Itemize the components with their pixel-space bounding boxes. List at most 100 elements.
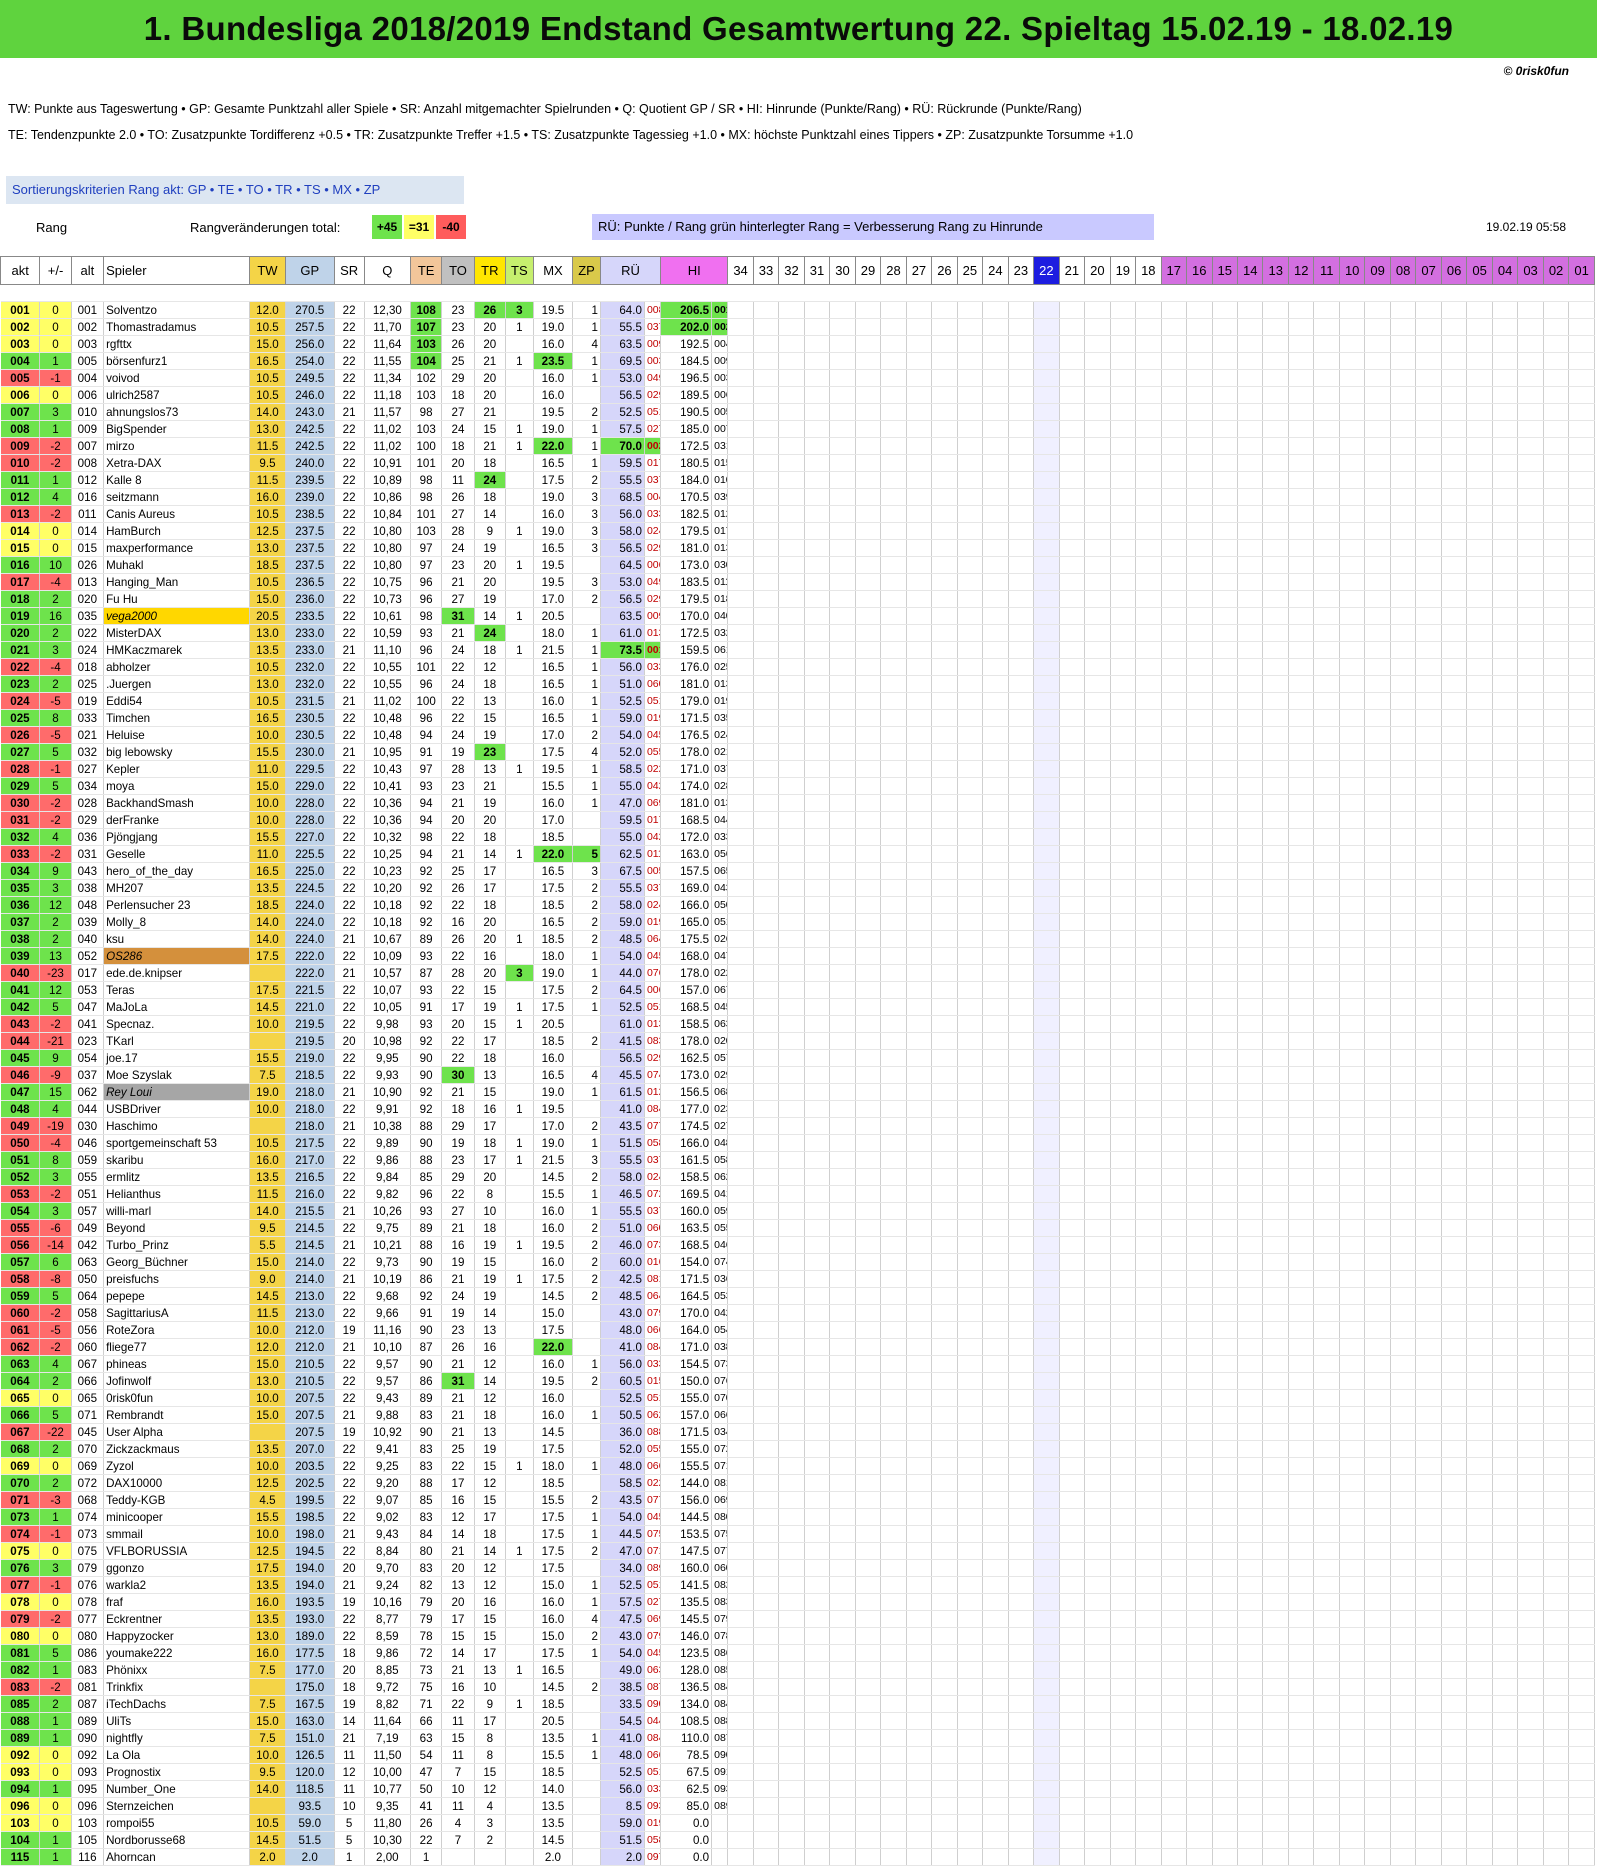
- max-points: 15.5: [533, 1746, 574, 1764]
- matchday-cell-03: [1517, 743, 1544, 761]
- player-name: Hanging_Man: [103, 573, 251, 591]
- day-points: 16.5: [249, 709, 286, 727]
- header-tr: TR: [473, 256, 506, 285]
- matchday-cell-07: [1415, 1168, 1442, 1186]
- max-points: 16.0: [533, 1049, 574, 1067]
- matchday-cell-01: [1568, 301, 1595, 319]
- goal-sum-points: 3: [572, 522, 601, 540]
- goal-difference-points: 17: [441, 998, 475, 1016]
- matchday-cell-22: [1033, 471, 1060, 489]
- matchday-cell-18: [1135, 1814, 1162, 1832]
- player-name: Trinkfix: [103, 1678, 251, 1696]
- matchday-cell-30: [829, 794, 856, 812]
- matchday-cell-24: [982, 1661, 1009, 1679]
- matchday-cell-05: [1466, 301, 1493, 319]
- header-alt: alt: [70, 256, 105, 285]
- matchday-cell-26: [931, 437, 958, 455]
- matchday-cell-18: [1135, 1559, 1162, 1577]
- matchday-cell-26: [931, 420, 958, 438]
- rounds-played: 19: [334, 1321, 365, 1339]
- matchday-cell-10: [1339, 573, 1366, 591]
- matchday-cell-27: [906, 1525, 933, 1543]
- goal-sum-points: [572, 1780, 601, 1798]
- day-points: 10.5: [249, 658, 286, 676]
- player-name: Canis Aureus: [103, 505, 251, 523]
- matchday-cell-12: [1288, 1032, 1315, 1050]
- matchday-cell-25: [957, 335, 984, 353]
- rueckrunde-points: 47.0: [600, 794, 645, 812]
- matchday-cell-24: [982, 1389, 1009, 1407]
- player-name: fraf: [103, 1593, 251, 1611]
- hinrunde-rank: 042: [711, 1304, 729, 1322]
- matchday-cell-09: [1364, 437, 1391, 455]
- matchday-cell-15: [1212, 1355, 1239, 1373]
- rank-previous: 009: [71, 420, 105, 438]
- matchday-cell-03: [1517, 845, 1544, 863]
- rueckrunde-rank: 093: [644, 1797, 662, 1815]
- matchday-cell-32: [778, 301, 805, 319]
- matchday-cell-14: [1237, 1542, 1264, 1560]
- goal-difference-points: 23: [441, 318, 475, 336]
- matchday-cell-02: [1543, 879, 1570, 897]
- matchday-cell-26: [931, 879, 958, 897]
- matchday-cell-31: [804, 1797, 831, 1815]
- matchday-cell-09: [1364, 1100, 1391, 1118]
- hit-points: 8: [474, 1185, 506, 1203]
- matchday-cell-32: [778, 1083, 805, 1101]
- player-name: USBDriver: [103, 1100, 251, 1118]
- hinrunde-points: 0.0: [660, 1814, 713, 1832]
- matchday-cell-15: [1212, 947, 1239, 965]
- matchday-cell-04: [1492, 1491, 1519, 1509]
- goal-sum-points: 1: [572, 420, 601, 438]
- tendency-points: 90: [410, 1049, 443, 1067]
- rueckrunde-points: 50.5: [600, 1406, 645, 1424]
- matchday-cell-14: [1237, 743, 1264, 761]
- rounds-played: 22: [334, 998, 365, 1016]
- matchday-cell-24: [982, 1678, 1009, 1696]
- matchday-cell-26: [931, 1253, 958, 1271]
- matchday-cell-26: [931, 811, 958, 829]
- matchday-cell-34: [727, 828, 754, 846]
- matchday-cell-31: [804, 1270, 831, 1288]
- matchday-cell-19: [1110, 1270, 1137, 1288]
- matchday-cell-20: [1084, 1338, 1111, 1356]
- goal-difference-points: 28: [441, 760, 475, 778]
- matchday-cell-09: [1364, 590, 1391, 608]
- matchday-cell-04: [1492, 1100, 1519, 1118]
- player-name: UliTs: [103, 1712, 251, 1730]
- matchday-cell-13: [1262, 1151, 1289, 1169]
- matchday-cell-06: [1441, 1525, 1468, 1543]
- matchday-cell-23: [1008, 1525, 1035, 1543]
- matchday-cell-21: [1059, 1729, 1086, 1747]
- matchday-cell-26: [931, 1729, 958, 1747]
- matchday-cell-29: [855, 556, 882, 574]
- hit-points: 12: [474, 1780, 506, 1798]
- matchday-cell-05: [1466, 607, 1493, 625]
- matchday-cell-24: [982, 1168, 1009, 1186]
- matchday-cell-26: [931, 675, 958, 693]
- quotient: 10,80: [364, 556, 412, 574]
- hit-points: 16: [474, 1100, 506, 1118]
- matchday-cell-31: [804, 641, 831, 659]
- player-name: TKarl: [103, 1032, 251, 1050]
- matchday-cell-21: [1059, 658, 1086, 676]
- matchday-cell-07: [1415, 386, 1442, 404]
- rueckrunde-points: 44.0: [600, 964, 645, 982]
- matchday-cell-27: [906, 1100, 933, 1118]
- matchday-cell-30: [829, 369, 856, 387]
- matchday-cell-12: [1288, 590, 1315, 608]
- matchday-cell-16: [1186, 1712, 1213, 1730]
- matchday-cell-12: [1288, 1627, 1315, 1645]
- rank-current: 060: [0, 1304, 41, 1322]
- matchday-cell-34: [727, 1185, 754, 1203]
- matchday-cell-33: [753, 913, 780, 931]
- rank-previous: 001: [71, 301, 105, 319]
- matchday-cell-22: [1033, 1678, 1060, 1696]
- day-points: 15.0: [249, 1355, 286, 1373]
- rounds-played: 21: [334, 743, 365, 761]
- rounds-played: 20: [334, 1661, 365, 1679]
- rank-change: 1: [39, 1831, 72, 1849]
- matchday-cell-31: [804, 1508, 831, 1526]
- matchday-cell-22: [1033, 1508, 1060, 1526]
- matchday-cell-33: [753, 1338, 780, 1356]
